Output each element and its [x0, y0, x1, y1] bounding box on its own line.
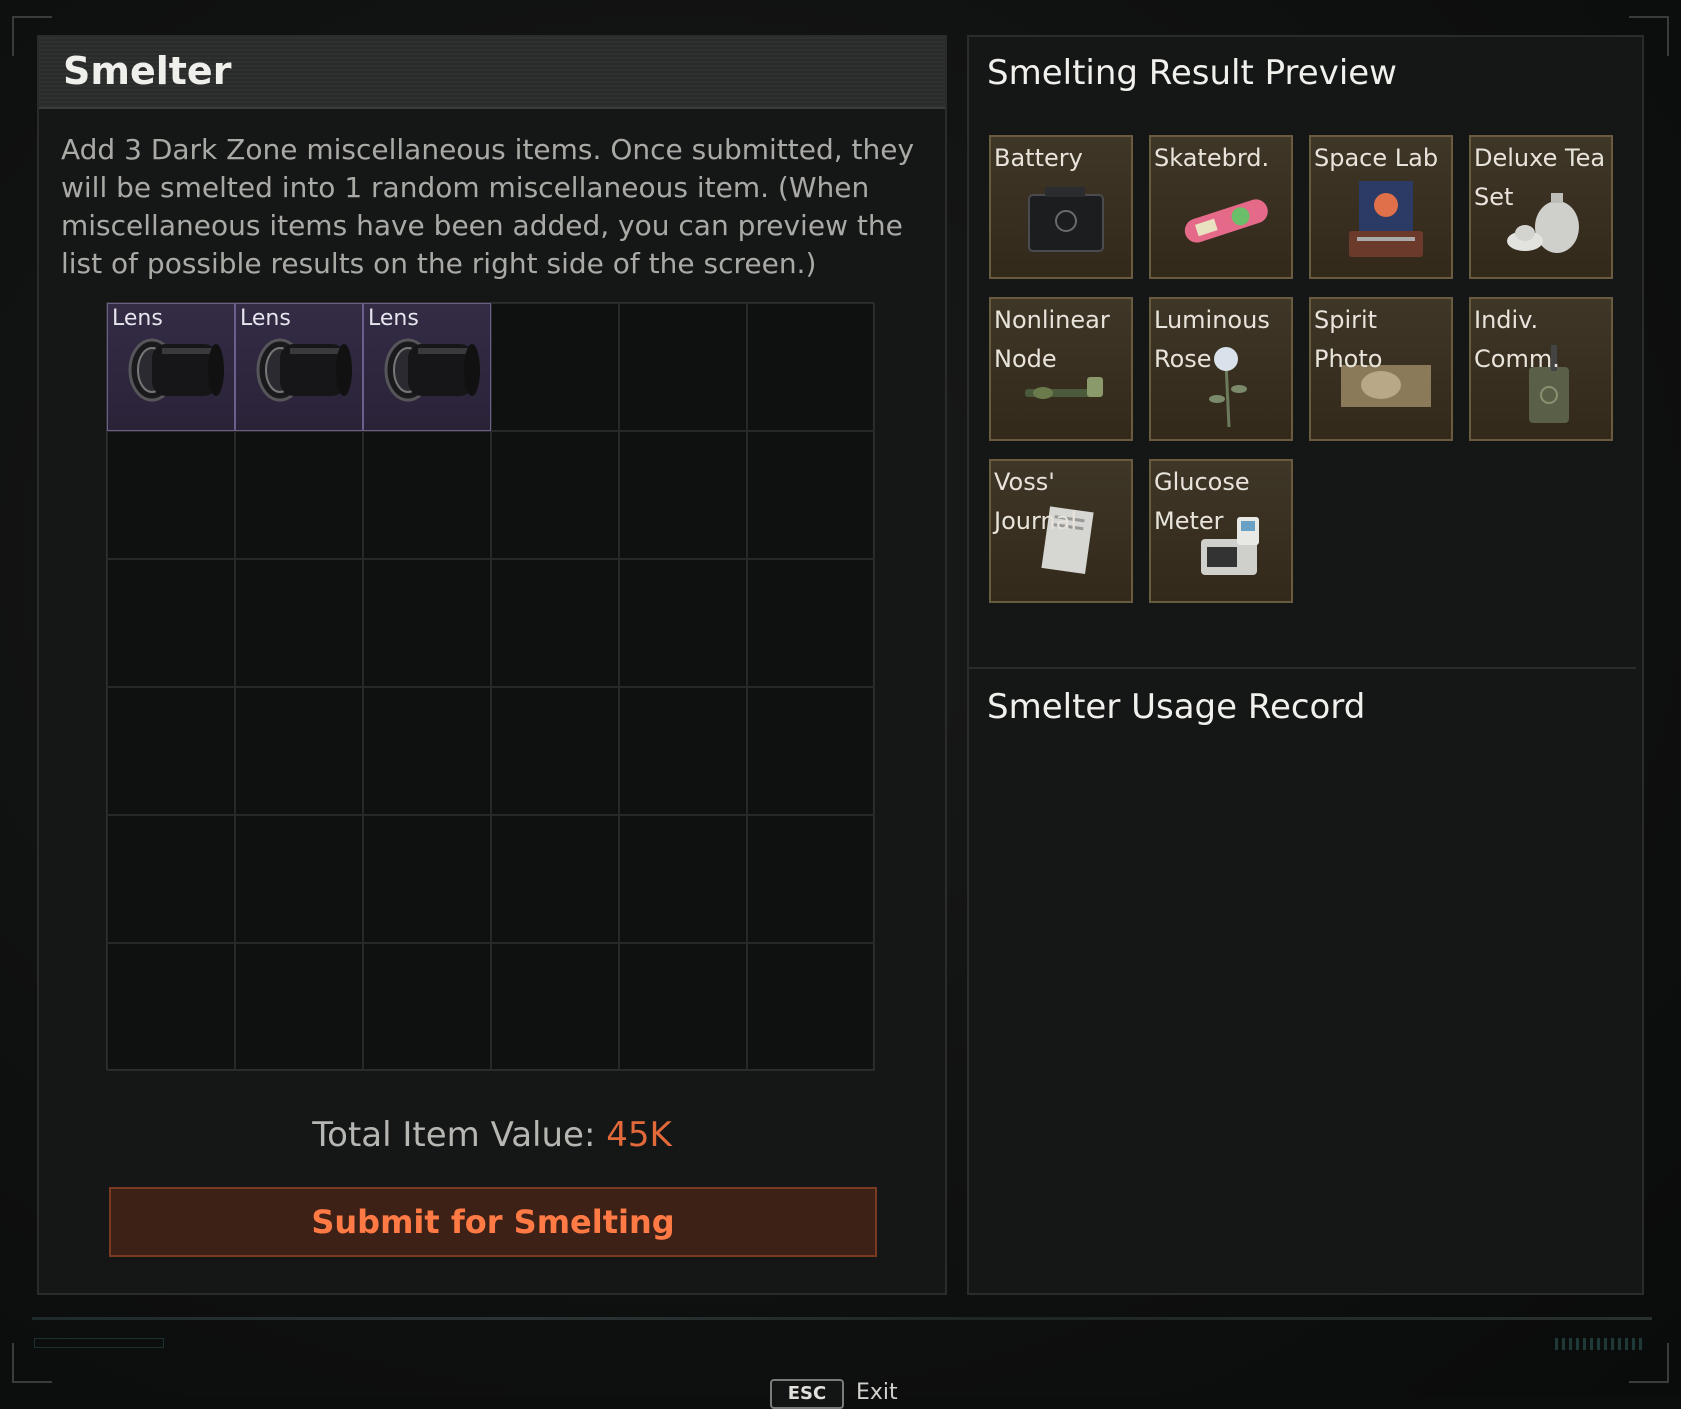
preview-grid: Battery Skatebrd. Space Lab Deluxe Tea Set N… [989, 135, 1613, 603]
space-lab-icon [1341, 175, 1431, 265]
slot-cell[interactable] [747, 943, 875, 1071]
slot-cell[interactable] [747, 431, 875, 559]
preview-item-label: Luminous Rose [1154, 306, 1270, 373]
slot-item-label: Lens [240, 306, 291, 331]
preview-item-label: Glucose Meter [1154, 468, 1250, 535]
preview-item[interactable]: Spirit Photo [1309, 297, 1453, 441]
preview-item[interactable]: Indiv. Comm. [1469, 297, 1613, 441]
lens-icon [122, 332, 226, 404]
preview-item-label: Nonlinear Node [994, 306, 1110, 373]
smelter-title: Smelter [63, 49, 232, 93]
slot-cell[interactable] [107, 687, 235, 815]
screen-frame: Smelter Add 3 Dark Zone miscellaneous it… [0, 0, 1681, 1409]
slot-cell[interactable] [491, 815, 619, 943]
slot-cell[interactable] [619, 687, 747, 815]
slot-cell[interactable] [363, 943, 491, 1071]
preview-item-label: Deluxe Tea Set [1474, 144, 1606, 211]
submit-smelting-button[interactable]: Submit for Smelting [109, 1187, 877, 1257]
lens-icon [250, 332, 354, 404]
preview-item[interactable]: Skatebrd. [1149, 135, 1293, 279]
slot-cell[interactable] [363, 431, 491, 559]
result-panel: Smelting Result Preview Battery Skatebrd.… [967, 35, 1644, 1295]
bottom-left-decoration [34, 1338, 164, 1348]
preview-item-label: Spirit Photo [1314, 306, 1383, 373]
slot-cell[interactable] [619, 303, 747, 431]
slot-cell[interactable] [747, 815, 875, 943]
lens-icon [378, 332, 482, 404]
slot-cell[interactable] [491, 687, 619, 815]
smelter-panel: Smelter Add 3 Dark Zone miscellaneous it… [37, 35, 947, 1295]
total-item-value: Total Item Value: 45K [39, 1115, 945, 1155]
slot-cell[interactable] [619, 815, 747, 943]
slot-item-label: Lens [112, 306, 163, 331]
slot-cell-filled[interactable]: Lens [235, 303, 363, 431]
preview-title: Smelting Result Preview [987, 53, 1397, 93]
preview-item-label: Battery [994, 144, 1083, 172]
slot-cell[interactable] [107, 943, 235, 1071]
preview-item[interactable]: Battery [989, 135, 1133, 279]
slot-cell[interactable] [491, 943, 619, 1071]
slot-cell-filled[interactable]: Lens [107, 303, 235, 431]
total-label: Total Item Value: [312, 1115, 596, 1155]
slot-cell[interactable] [363, 559, 491, 687]
slot-cell[interactable] [747, 687, 875, 815]
bottom-bar [32, 1317, 1652, 1320]
smelter-slot-grid: Lens Lens Lens [106, 302, 875, 1071]
slot-cell[interactable] [363, 687, 491, 815]
bottom-right-decoration [1555, 1338, 1645, 1350]
total-value: 45K [606, 1115, 672, 1155]
slot-cell[interactable] [491, 559, 619, 687]
preview-item[interactable]: Deluxe Tea Set [1469, 135, 1613, 279]
slot-cell[interactable] [235, 943, 363, 1071]
frame-corner [12, 1343, 52, 1383]
battery-icon [1021, 175, 1111, 265]
preview-item-label: Voss' Journal [994, 468, 1078, 535]
slot-cell[interactable] [619, 559, 747, 687]
slot-cell[interactable] [235, 431, 363, 559]
exit-label: Exit [856, 1380, 898, 1405]
slot-cell[interactable] [619, 943, 747, 1071]
slot-cell[interactable] [747, 559, 875, 687]
slot-cell-filled[interactable]: Lens [363, 303, 491, 431]
preview-item-label: Skatebrd. [1154, 144, 1270, 172]
slot-cell[interactable] [107, 431, 235, 559]
slot-cell[interactable] [619, 431, 747, 559]
preview-item-label: Indiv. Comm. [1474, 306, 1560, 373]
slot-cell[interactable] [235, 559, 363, 687]
slot-item-label: Lens [368, 306, 419, 331]
slot-cell[interactable] [235, 815, 363, 943]
preview-item[interactable]: Luminous Rose [1149, 297, 1293, 441]
slot-cell[interactable] [491, 431, 619, 559]
smelter-header: Smelter [39, 37, 945, 109]
slot-cell[interactable] [747, 303, 875, 431]
slot-cell[interactable] [235, 687, 363, 815]
esc-key-hint[interactable]: ESC [770, 1379, 844, 1409]
slot-cell[interactable] [107, 559, 235, 687]
preview-item[interactable]: Space Lab [1309, 135, 1453, 279]
usage-record-title: Smelter Usage Record [987, 687, 1366, 727]
divider [969, 667, 1636, 669]
slot-cell[interactable] [363, 815, 491, 943]
preview-item[interactable]: Voss' Journal [989, 459, 1133, 603]
slot-cell[interactable] [491, 303, 619, 431]
preview-item-label: Space Lab [1314, 144, 1439, 172]
preview-item[interactable]: Glucose Meter [1149, 459, 1293, 603]
skateboard-icon [1181, 175, 1271, 265]
slot-cell[interactable] [107, 815, 235, 943]
preview-item[interactable]: Nonlinear Node [989, 297, 1133, 441]
smelter-description: Add 3 Dark Zone miscellaneous items. Onc… [61, 133, 915, 280]
